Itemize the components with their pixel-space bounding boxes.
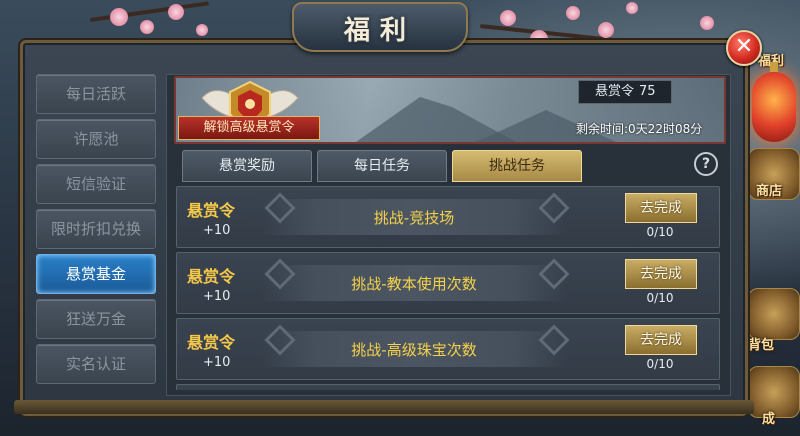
list-item: 悬赏令 +10 挑战-高级珠宝次数 去完成 0/10 [176, 318, 720, 380]
go-complete-button[interactable]: 去完成 [625, 259, 697, 289]
sidebar-item-gold-giveaway[interactable]: 狂送万金 [36, 299, 156, 339]
sidebar-item-discount-exchange[interactable]: 限时折扣兑换 [36, 209, 156, 249]
blossom-flower [196, 24, 208, 36]
sidebar-item-bounty-fund[interactable]: 悬赏基金 [36, 254, 156, 294]
blossom-branch [89, 1, 210, 22]
close-icon: ✕ [734, 34, 754, 59]
blossom-flower [110, 8, 128, 26]
sidebar-item-daily-active[interactable]: 每日活跃 [36, 74, 156, 114]
lantern-icon[interactable] [752, 62, 796, 142]
mountain-art [356, 97, 516, 142]
reward-amount: +10 [203, 223, 231, 238]
close-button[interactable]: ✕ [726, 30, 762, 66]
list-item-partial [176, 384, 720, 390]
blossom-flower [168, 4, 184, 20]
task-progress: 0/10 [646, 291, 674, 305]
task-progress: 0/10 [646, 357, 674, 371]
remaining-time: 剩余时间:0天22时08分 [576, 122, 703, 136]
title-plate: 福利 [292, 2, 468, 52]
blossom-flower [700, 16, 714, 30]
help-icon[interactable]: ? [694, 152, 718, 176]
side-label-feature: 成 [762, 412, 776, 427]
currency-label: 悬赏令 [595, 84, 635, 99]
sidebar-item-sms-verify[interactable]: 短信验证 [36, 164, 156, 204]
tab-bounty-rewards[interactable]: 悬赏奖励 [182, 150, 312, 182]
side-label-bag: 背包 [748, 338, 775, 353]
reward-name: 悬赏令 [187, 201, 236, 220]
task-name: 挑战-竞技场 [373, 209, 455, 227]
blossom-flower [598, 22, 614, 38]
task-name: 挑战-高级珠宝次数 [351, 341, 477, 359]
unlock-advanced-bounty-button[interactable]: 解锁高级悬赏令 [178, 116, 320, 140]
sidebar-item-wish-pool[interactable]: 许愿池 [36, 119, 156, 159]
task-list: 悬赏令 +10 挑战-竞技场 去完成 0/10 悬赏令 +10 挑战-教本使用次… [176, 184, 720, 390]
task-progress: 0/10 [646, 225, 674, 239]
side-label-shop: 商店 [756, 184, 783, 199]
tab-daily-tasks[interactable]: 每日任务 [317, 150, 447, 182]
blossom-flower [500, 10, 516, 26]
go-complete-button[interactable]: 去完成 [625, 325, 697, 355]
reward-amount: +10 [203, 289, 231, 304]
reward-name: 悬赏令 [187, 267, 236, 286]
tab-challenge-tasks[interactable]: 挑战任务 [452, 150, 582, 182]
window-title: 福利 [343, 16, 416, 46]
list-item: 悬赏令 +10 挑战-竞技场 去完成 0/10 [176, 186, 720, 248]
go-complete-button[interactable]: 去完成 [625, 193, 697, 223]
blossom-flower [140, 20, 154, 34]
blossom-flower [626, 2, 638, 14]
blossom-flower [566, 6, 580, 20]
currency-value: 75 [639, 84, 656, 99]
panel-bottom-frame [14, 400, 754, 414]
task-name: 挑战-教本使用次数 [351, 275, 477, 293]
sidebar-item-real-name[interactable]: 实名认证 [36, 344, 156, 384]
bag-icon[interactable] [748, 288, 800, 340]
reward-name: 悬赏令 [187, 333, 236, 352]
list-item: 悬赏令 +10 挑战-教本使用次数 去完成 0/10 [176, 252, 720, 314]
bounty-token-counter: 悬赏令 75 [578, 80, 672, 104]
reward-amount: +10 [203, 355, 231, 370]
